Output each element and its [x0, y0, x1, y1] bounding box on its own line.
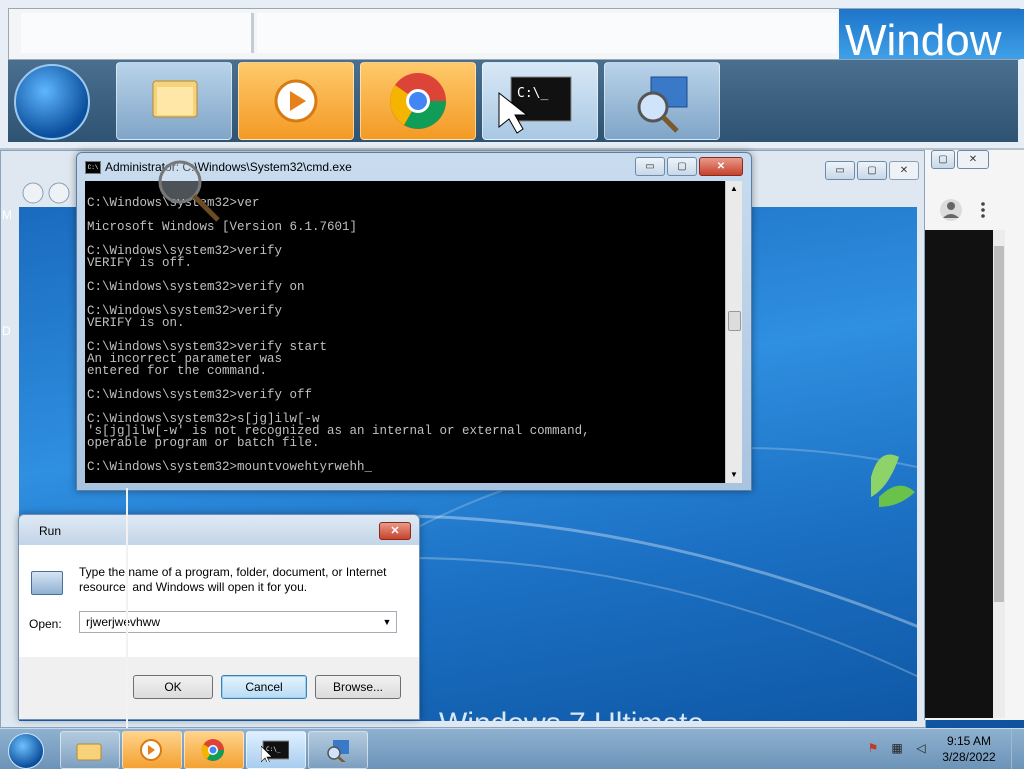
run-dialog: Run ✕ Type the name of a program, folder… — [18, 514, 420, 720]
taskbar: C:\_ ⚑ ▦ ◁ 9:15 AM 3/28/2022 — [0, 728, 1024, 769]
browse-button[interactable]: Browse... — [315, 675, 401, 699]
run-description: Type the name of a program, folder, docu… — [79, 565, 387, 594]
svg-text:C:\_: C:\_ — [266, 746, 281, 753]
magnified-banner: Window — [839, 9, 1024, 59]
minimize-button[interactable]: ▭ — [635, 157, 665, 176]
ok-button[interactable]: OK — [133, 675, 213, 699]
close-button[interactable]: ✕ — [379, 522, 411, 540]
network-icon[interactable]: ▦ — [890, 741, 904, 755]
desktop-watermark: Windows 7 Ultimate — [439, 707, 704, 721]
page-content — [925, 230, 993, 718]
taskbar-explorer[interactable] — [60, 731, 120, 769]
magnifier-view: Window C:\_ — [0, 0, 1024, 151]
action-center-icon[interactable]: ⚑ — [866, 741, 880, 755]
magnified-chrome-icon — [360, 62, 476, 140]
close-button[interactable]: ✕ — [957, 150, 989, 169]
run-body: Type the name of a program, folder, docu… — [19, 545, 419, 657]
desktop-icon-fragment[interactable]: M — [2, 208, 12, 222]
cmd-icon: C:\ — [85, 161, 101, 174]
magnified-taskbar: C:\_ — [8, 60, 1018, 142]
bg-window-controls[interactable]: ▭ ▢ ✕ — [825, 161, 919, 180]
cmd-icon: C:\_ — [261, 740, 289, 762]
browser-window: ▢ ✕ — [924, 150, 1024, 720]
magnified-media-player-icon — [238, 62, 354, 140]
start-button[interactable] — [8, 733, 44, 769]
minimize-button[interactable]: ▭ — [825, 161, 855, 180]
maximize-button[interactable]: ▢ — [931, 150, 955, 169]
svg-text:C:\_: C:\_ — [517, 86, 548, 101]
menu-icon[interactable] — [975, 198, 991, 222]
browser-scrollbar-thumb[interactable] — [994, 246, 1004, 602]
magnified-segment — [21, 13, 254, 53]
clock[interactable]: 9:15 AM 3/28/2022 — [934, 733, 1004, 765]
magnifier-icon — [158, 160, 220, 222]
cancel-button[interactable]: Cancel — [221, 675, 307, 699]
run-titlebar[interactable]: Run ✕ — [19, 515, 419, 545]
magnified-start-icon — [14, 64, 90, 140]
clock-date: 3/28/2022 — [942, 750, 996, 764]
volume-icon[interactable]: ◁ — [914, 741, 928, 755]
magnified-explorer-icon — [116, 62, 232, 140]
magnified-window-bar: Window — [8, 8, 1024, 60]
maximize-button[interactable]: ▢ — [667, 157, 697, 176]
magnified-segment — [257, 13, 837, 53]
close-button[interactable]: ✕ — [699, 157, 743, 176]
taskbar-chrome[interactable] — [184, 731, 244, 769]
chevron-down-icon[interactable]: ▼ — [379, 613, 395, 631]
run-icon — [31, 571, 63, 595]
show-desktop-button[interactable] — [1011, 729, 1024, 769]
browser-scrollbar[interactable] — [993, 230, 1005, 718]
account-icon[interactable] — [939, 198, 963, 222]
desktop-icon-fragment[interactable]: D — [2, 324, 11, 338]
taskbar-magnifier[interactable] — [308, 731, 368, 769]
browser-window-controls[interactable]: ▢ ✕ — [931, 150, 989, 169]
magnifier-guide-line — [126, 488, 128, 728]
taskbar-media-player[interactable] — [122, 731, 182, 769]
taskbar-cmd[interactable]: C:\_ — [246, 731, 306, 769]
console-scrollbar-thumb[interactable] — [728, 311, 741, 331]
run-title: Run — [39, 524, 62, 538]
open-label: Open: — [29, 617, 62, 631]
clock-time: 9:15 AM — [946, 734, 992, 748]
console-scrollbar[interactable]: ▲ ▼ — [725, 181, 742, 483]
magnified-magnifier-icon — [604, 62, 720, 140]
nav-buttons[interactable] — [19, 181, 79, 205]
folder-icon — [76, 743, 102, 761]
maximize-button[interactable]: ▢ — [857, 161, 887, 180]
scroll-up-arrow-icon[interactable]: ▲ — [726, 181, 742, 197]
magnifier-icon — [327, 740, 349, 762]
close-button[interactable]: ✕ — [889, 161, 919, 180]
media-player-icon — [140, 739, 162, 761]
chrome-icon — [201, 739, 224, 761]
magnified-cmd-icon: C:\_ — [482, 62, 598, 140]
scroll-down-arrow-icon[interactable]: ▼ — [726, 467, 742, 483]
